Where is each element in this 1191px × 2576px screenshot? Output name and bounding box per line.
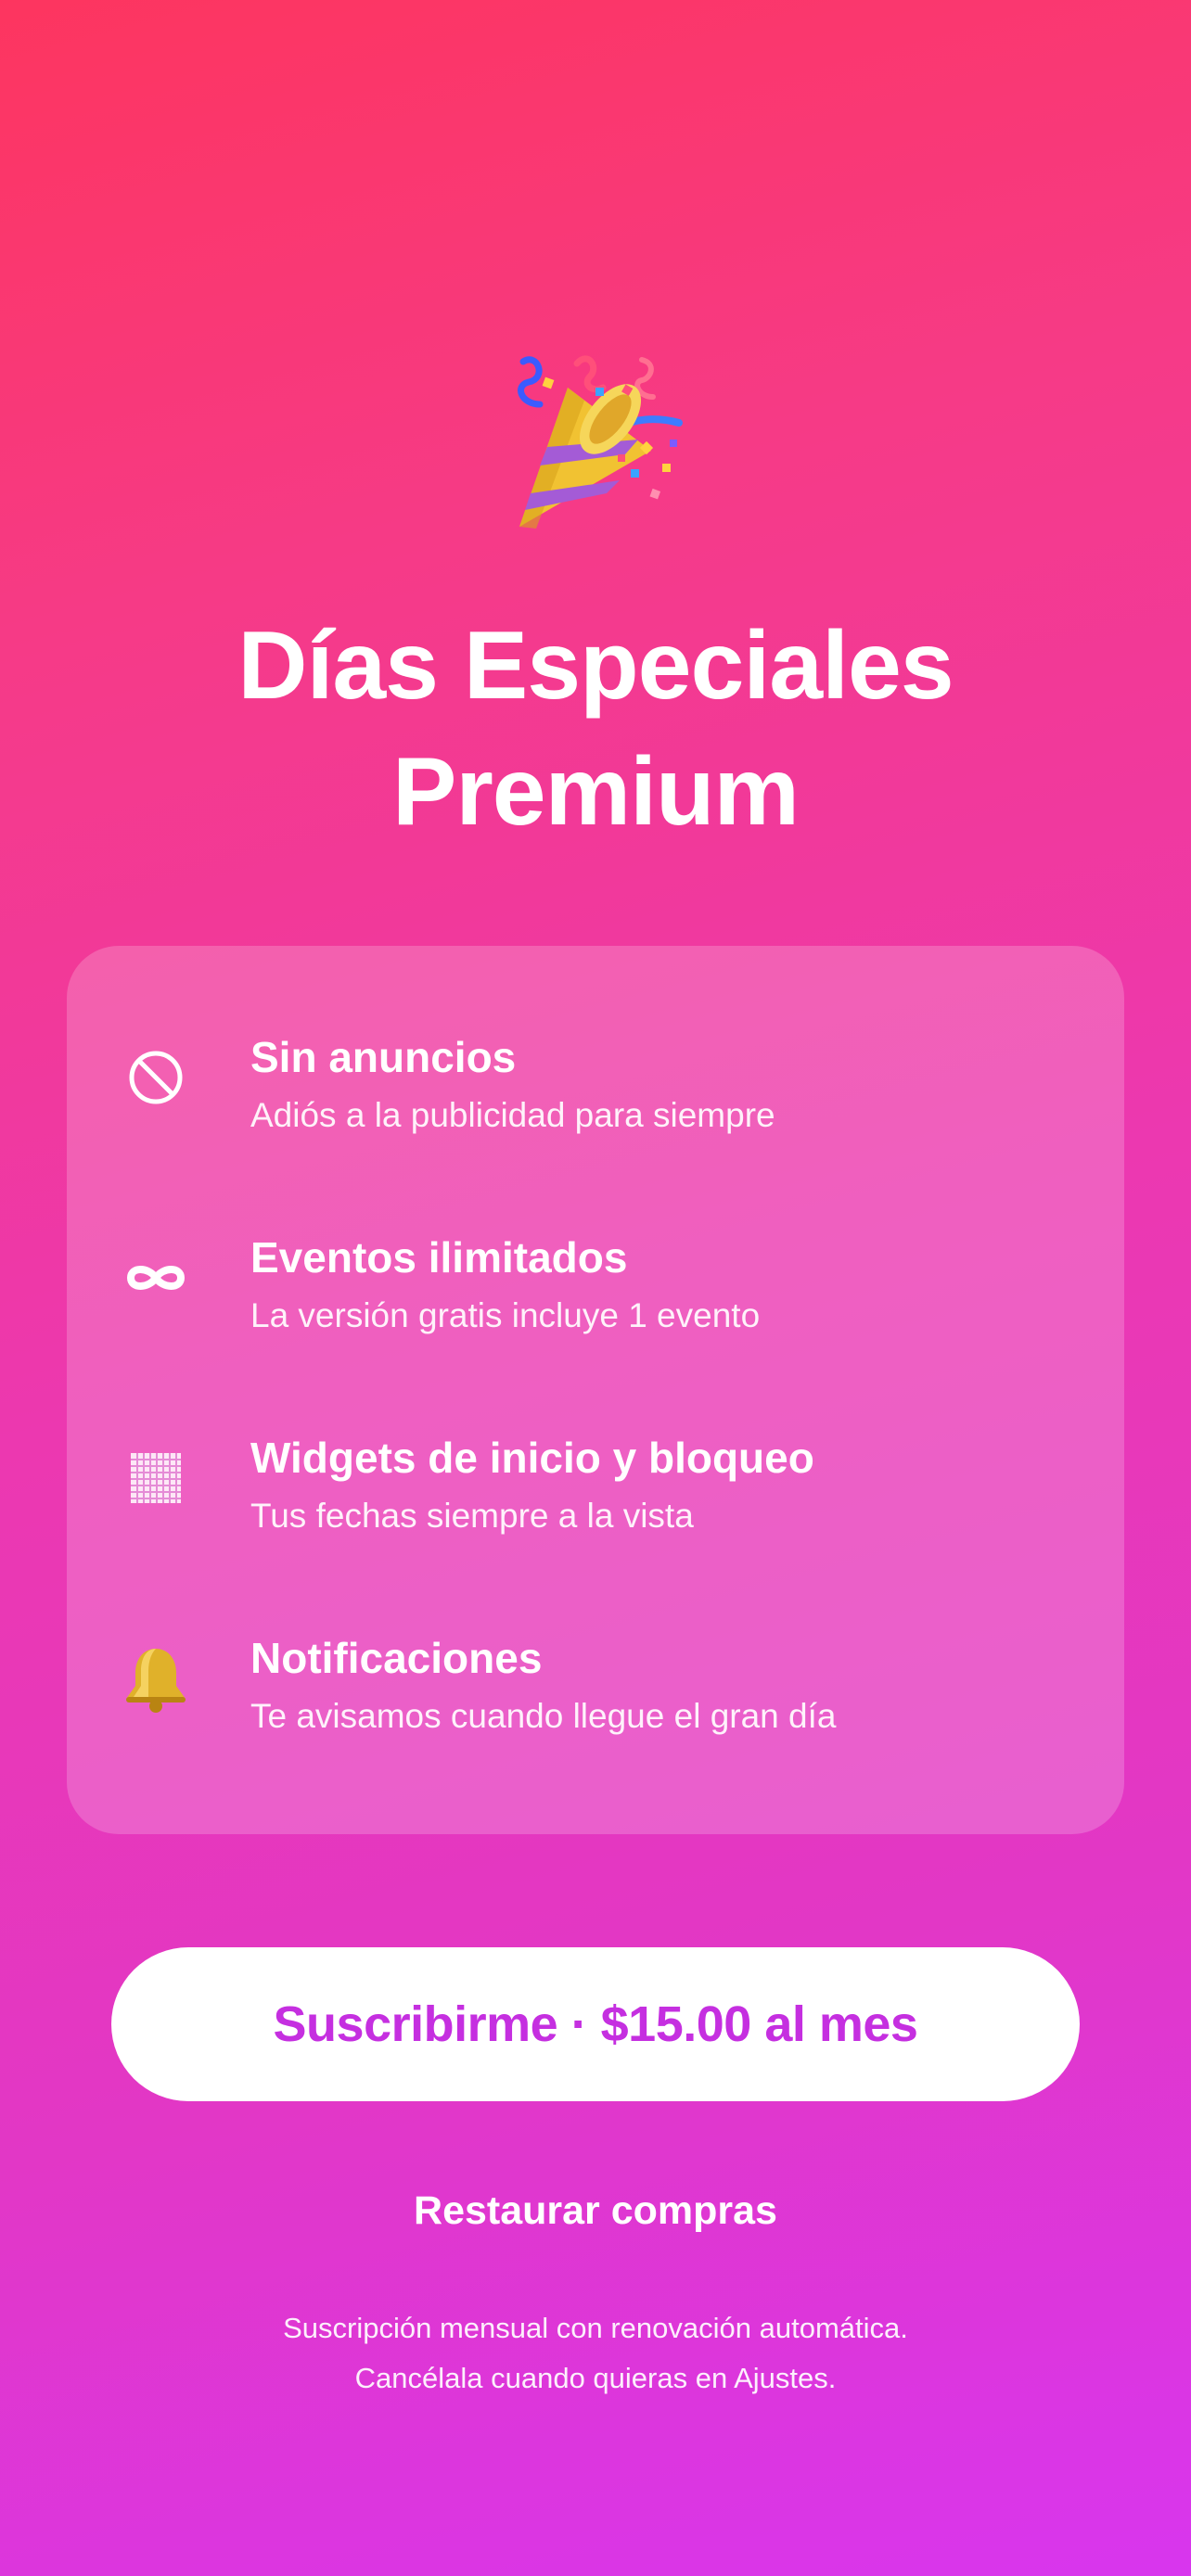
paywall-screen: Días Especiales Premium Sin anuncios Adi…: [0, 0, 1191, 2576]
feature-title: Widgets de inicio y bloqueo: [250, 1434, 814, 1482]
features-card: Sin anuncios Adiós a la publicidad para …: [67, 946, 1124, 1834]
bell-icon: [117, 1639, 195, 1717]
infinity-icon: [117, 1239, 195, 1317]
fine-print: Suscripción mensual con renovación autom…: [0, 2303, 1191, 2404]
fine-print-line-1: Suscripción mensual con renovación autom…: [283, 2312, 908, 2344]
feature-description: La versión gratis incluye 1 evento: [250, 1296, 761, 1334]
restore-purchases-button[interactable]: Restaurar compras: [0, 2183, 1191, 2238]
feature-title: Sin anuncios: [250, 1033, 517, 1081]
feature-notifications: Notificaciones Te avisamos cuando llegue…: [67, 1630, 1124, 1769]
feature-no-ads: Sin anuncios Adiós a la publicidad para …: [67, 1029, 1124, 1168]
feature-title: Eventos ilimitados: [250, 1233, 628, 1282]
feature-description: Tus fechas siempre a la vista: [250, 1497, 694, 1535]
feature-description: Te avisamos cuando llegue el gran día: [250, 1697, 837, 1735]
page-title: Días Especiales Premium: [0, 603, 1191, 855]
no-entry-icon: [117, 1039, 195, 1116]
feature-title: Notificaciones: [250, 1634, 543, 1682]
title-line-1: Días Especiales: [237, 612, 954, 720]
feature-unlimited-events: Eventos ilimitados La versión gratis inc…: [67, 1230, 1124, 1369]
widget-grid-icon: [117, 1439, 195, 1517]
feature-widgets: Widgets de inicio y bloqueo Tus fechas s…: [67, 1430, 1124, 1569]
fine-print-line-2: Cancélala cuando quieras en Ajustes.: [354, 2362, 837, 2394]
feature-description: Adiós a la publicidad para siempre: [250, 1096, 775, 1134]
subscribe-button[interactable]: Suscribirme · $15.00 al mes: [111, 1947, 1080, 2101]
party-popper-icon: [518, 355, 683, 529]
title-line-2: Premium: [391, 738, 800, 846]
